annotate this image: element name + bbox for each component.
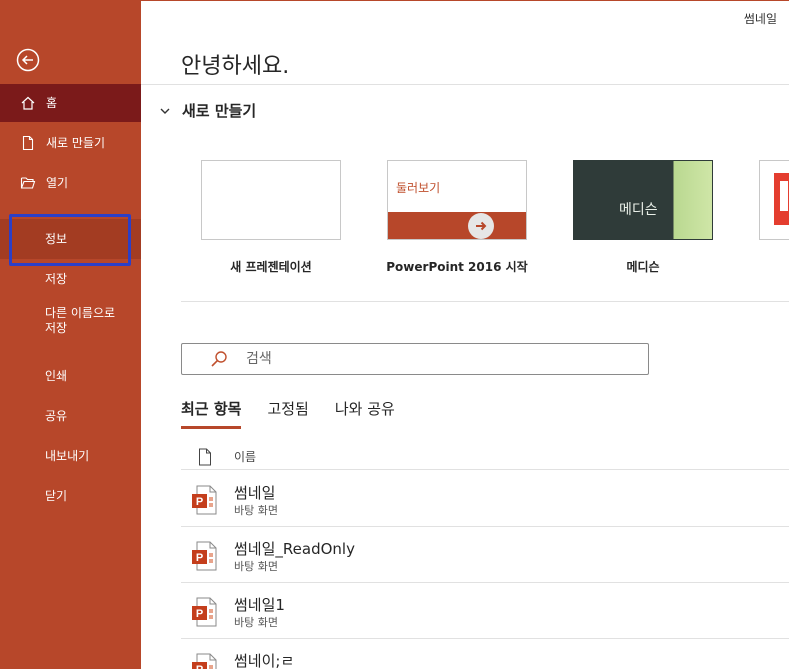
greeting-title: 안녕하세요. <box>181 54 290 79</box>
search-input[interactable] <box>246 351 626 367</box>
powerpoint-file-icon: P <box>192 597 217 627</box>
template-tour-bar <box>388 212 526 239</box>
user-name[interactable]: 썸네일 <box>744 10 777 27</box>
new-section-header[interactable]: 새로 만들기 <box>158 100 256 121</box>
nav-close[interactable]: 닫기 <box>0 482 141 510</box>
nav-export[interactable]: 내보내기 <box>0 442 141 470</box>
file-location: 바탕 화면 <box>234 560 278 573</box>
nav-save-label: 저장 <box>45 271 68 286</box>
svg-text:P: P <box>196 608 203 620</box>
search-icon <box>211 351 227 367</box>
template-medici[interactable]: 메디슨 메디슨 <box>573 160 713 274</box>
home-icon <box>20 95 36 111</box>
file-row[interactable]: P 썸네일_ReadOnly 바탕 화면 <box>181 527 789 583</box>
new-document-icon <box>20 135 36 151</box>
template-blank-thumbnail <box>201 160 341 240</box>
template-caption: 메디슨 <box>626 260 660 274</box>
search-box[interactable] <box>181 343 649 375</box>
tab-pinned[interactable]: 고정됨 <box>267 398 308 429</box>
powerpoint-file-icon: P <box>192 541 217 571</box>
template-caption: PowerPoint 2016 시작 <box>386 260 528 274</box>
nav-open[interactable]: 열기 <box>0 166 141 200</box>
powerpoint-file-icon: P <box>192 485 217 515</box>
template-tour-thumb-text: 둘러보기 <box>396 181 441 195</box>
template-blank[interactable]: 새 프레젠테이션 <box>201 160 341 274</box>
file-name: 썸네일_ReadOnly <box>234 540 355 558</box>
file-row[interactable]: P 썸네이;ㄹ <box>181 639 789 669</box>
back-button[interactable] <box>16 48 40 72</box>
back-arrow-circle-icon <box>16 48 40 72</box>
arrow-right-icon <box>468 213 494 239</box>
file-name: 썸네이;ㄹ <box>234 652 295 669</box>
nav-new[interactable]: 새로 만들기 <box>0 126 141 160</box>
file-row[interactable]: P 썸네일1 바탕 화면 <box>181 583 789 639</box>
template-caption: 새 프레젠테이션 <box>230 260 312 274</box>
file-name: 썸네일 <box>234 484 276 502</box>
file-name: 썸네일1 <box>234 596 285 614</box>
nav-export-label: 내보내기 <box>45 448 90 463</box>
template-medici-thumb-text: 메디슨 <box>619 202 658 218</box>
tab-shared-with-me[interactable]: 나와 공유 <box>335 398 395 429</box>
top-border <box>141 0 789 1</box>
file-location: 바탕 화면 <box>234 616 278 629</box>
divider <box>181 301 789 302</box>
folder-open-icon <box>20 175 36 191</box>
tab-recent[interactable]: 최근 항목 <box>181 398 242 429</box>
sidebar: 홈 새로 만들기 열기 정보 저장 다른 이름으로 저장 인쇄 공유 내보내기 … <box>0 0 141 669</box>
file-list-header: 이름 <box>181 444 789 470</box>
nav-save-as-label: 다른 이름으로 저장 <box>45 306 115 336</box>
nav-home[interactable]: 홈 <box>0 84 141 122</box>
template-partial-graphic <box>780 181 788 211</box>
chevron-down-icon <box>160 108 170 114</box>
nav-share-label: 공유 <box>45 408 68 423</box>
svg-text:P: P <box>196 664 203 669</box>
nav-save[interactable]: 저장 <box>0 264 141 294</box>
nav-print[interactable]: 인쇄 <box>0 362 141 390</box>
nav-info-label: 정보 <box>45 231 68 246</box>
file-tabs: 최근 항목 고정됨 나와 공유 <box>181 398 421 429</box>
nav-info[interactable]: 정보 <box>0 219 141 259</box>
nav-share[interactable]: 공유 <box>0 402 141 430</box>
nav-save-as-line2: 저장 <box>45 321 68 335</box>
nav-new-label: 새로 만들기 <box>46 135 106 150</box>
nav-save-as[interactable]: 다른 이름으로 저장 <box>0 306 141 348</box>
svg-text:P: P <box>196 496 203 508</box>
nav-home-label: 홈 <box>46 95 58 110</box>
column-name-header[interactable]: 이름 <box>234 448 256 465</box>
file-row[interactable]: P 썸네일 바탕 화면 <box>181 471 789 527</box>
new-section-title: 새로 만들기 <box>182 102 257 120</box>
divider <box>141 84 789 85</box>
nav-save-as-line1: 다른 이름으로 <box>45 306 116 320</box>
powerpoint-file-icon: P <box>192 653 217 669</box>
template-tour-thumbnail: 둘러보기 <box>387 160 527 240</box>
nav-open-label: 열기 <box>46 175 69 190</box>
template-medici-thumbnail: 메디슨 <box>573 160 713 240</box>
template-partial[interactable] <box>759 160 789 240</box>
svg-text:P: P <box>196 552 203 564</box>
file-location: 바탕 화면 <box>234 504 278 517</box>
document-icon <box>199 448 211 465</box>
nav-close-label: 닫기 <box>45 488 68 503</box>
template-tour[interactable]: 둘러보기 PowerPoint 2016 시작 <box>386 160 528 274</box>
nav-print-label: 인쇄 <box>45 368 68 383</box>
